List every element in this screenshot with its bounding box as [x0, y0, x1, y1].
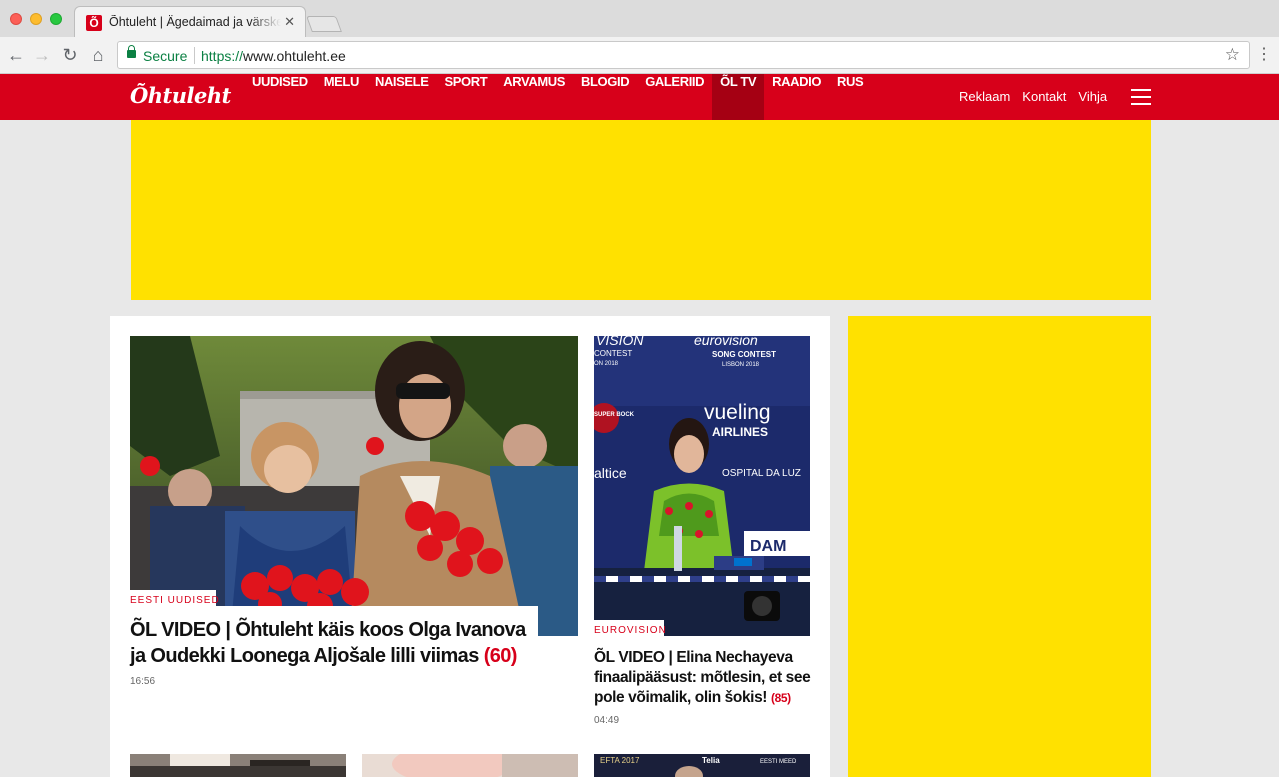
reload-icon[interactable]: ↻	[60, 45, 80, 65]
browser-tab-ohtuleht[interactable]: Õ Õhtuleht | Ägedaimad ja värskeimad uud…	[74, 6, 306, 37]
forward-arrow-icon[interactable]: →	[32, 45, 52, 65]
nav-galeriid[interactable]: GALERIID	[637, 74, 712, 120]
main-nav: UUDISED MELU NAISELE SPORT ARVAMUS BLOGI…	[244, 74, 871, 120]
site-logo[interactable]: Õhtuleht	[130, 83, 231, 108]
article-2-photo: VISION CONTEST ON 2018 eurovision SONG C…	[594, 336, 810, 636]
article-4-photo	[362, 754, 578, 777]
nav-sport[interactable]: SPORT	[437, 74, 496, 120]
image-text-city-left: ON 2018	[594, 361, 619, 367]
image-text-super-bock: SUPER BOCK	[594, 412, 635, 418]
image-text-lisbon: LISBON 2018	[722, 362, 760, 368]
article-2-section-label[interactable]: EUROVISION	[594, 625, 667, 636]
secondary-nav: Reklaam Kontakt Vihja	[953, 74, 1113, 120]
browser-tab-strip: Õ Õhtuleht | Ägedaimad ja värskeimad uud…	[0, 0, 1279, 37]
nav-vihja[interactable]: Vihja	[1072, 74, 1113, 120]
image-text-name-card: DAM	[750, 538, 786, 555]
nav-uudised[interactable]: UUDISED	[244, 74, 316, 120]
nav-raadio[interactable]: RAADIO	[764, 74, 829, 120]
url-text[interactable]: https://www.ohtuleht.ee	[201, 48, 346, 64]
image-text-altice: altice	[594, 465, 627, 481]
article-5-thumbnail[interactable]: EFTA 2017 Telia EESTI MEED	[594, 754, 810, 777]
nav-blogid[interactable]: BLOGID	[573, 74, 637, 120]
nav-reklaam[interactable]: Reklaam	[953, 74, 1016, 120]
image-text-efta: EFTA 2017	[600, 756, 640, 765]
image-text-hospital: OSPITAL DA LUZ	[722, 468, 801, 479]
image-text-airlines: AIRLINES	[712, 425, 768, 439]
article-1-title: ÕL VIDEO | Õhtuleht käis koos Olga Ivano…	[130, 619, 526, 667]
image-text-telia: Telia	[702, 756, 720, 765]
bookmark-star-icon[interactable]: ☆	[1225, 45, 1240, 65]
url-host: www.ohtuleht.ee	[243, 48, 346, 64]
address-separator	[194, 47, 195, 64]
article-2-comment-count[interactable]: (85)	[771, 691, 791, 705]
home-icon[interactable]: ⌂	[88, 45, 108, 65]
url-scheme: https://	[201, 48, 244, 64]
address-bar[interactable]: Secure https://www.ohtuleht.ee ☆	[117, 41, 1250, 69]
nav-ol-tv[interactable]: ÕL TV	[712, 74, 765, 120]
image-text-vueling: vueling	[704, 401, 771, 424]
image-text-contest-left: CONTEST	[594, 349, 632, 358]
article-2-image[interactable]: VISION CONTEST ON 2018 eurovision SONG C…	[594, 336, 810, 636]
back-arrow-icon[interactable]: ←	[6, 45, 26, 65]
article-1-comment-count[interactable]: (60)	[484, 645, 518, 667]
nav-melu[interactable]: MELU	[316, 74, 367, 120]
secure-label: Secure	[143, 48, 188, 64]
browser-menu-icon[interactable]: ⋮	[1256, 45, 1272, 65]
article-1-time: 16:56	[130, 676, 156, 687]
tab-title: Õhtuleht | Ägedaimad ja värskeimad uudis…	[109, 15, 281, 29]
minimize-window-icon[interactable]	[30, 13, 42, 25]
tab-close-icon[interactable]: ✕	[284, 14, 295, 30]
article-5-photo: EFTA 2017 Telia EESTI MEED	[594, 754, 810, 777]
article-2-time: 04:49	[594, 715, 620, 726]
nav-naisele[interactable]: NAISELE	[367, 74, 437, 120]
browser-toolbar: ← → ↻ ⌂ Secure https://www.ohtuleht.ee ☆…	[0, 37, 1279, 74]
article-1-headline[interactable]: ÕL VIDEO | Õhtuleht käis koos Olga Ivano…	[130, 617, 530, 669]
image-text-eesti-meedia: EESTI MEED	[760, 759, 797, 765]
image-text-eurovision: eurovision	[694, 336, 758, 348]
nav-rus[interactable]: RUS	[829, 74, 871, 120]
new-tab-button[interactable]	[306, 16, 342, 32]
top-advertisement[interactable]	[131, 120, 1151, 300]
image-text-vision: VISION	[596, 336, 644, 348]
site-header: Õhtuleht UUDISED MELU NAISELE SPORT ARVA…	[0, 74, 1279, 120]
maximize-window-icon[interactable]	[50, 13, 62, 25]
side-advertisement[interactable]	[848, 316, 1151, 777]
nav-arvamus[interactable]: ARVAMUS	[495, 74, 573, 120]
article-1-section-label[interactable]: EESTI UUDISED	[130, 595, 220, 606]
article-3-photo	[130, 754, 346, 777]
nav-kontakt[interactable]: Kontakt	[1016, 74, 1072, 120]
article-2-headline[interactable]: ÕL VIDEO | Elina Nechayeva finaalipääsus…	[594, 648, 816, 708]
lock-icon	[127, 45, 136, 58]
ohtuleht-favicon-icon: Õ	[86, 15, 102, 31]
hamburger-menu-icon[interactable]	[1131, 89, 1151, 105]
image-text-song-contest: SONG CONTEST	[712, 350, 776, 359]
close-window-icon[interactable]	[10, 13, 22, 25]
article-4-thumbnail[interactable]	[362, 754, 578, 777]
article-3-thumbnail[interactable]	[130, 754, 346, 777]
